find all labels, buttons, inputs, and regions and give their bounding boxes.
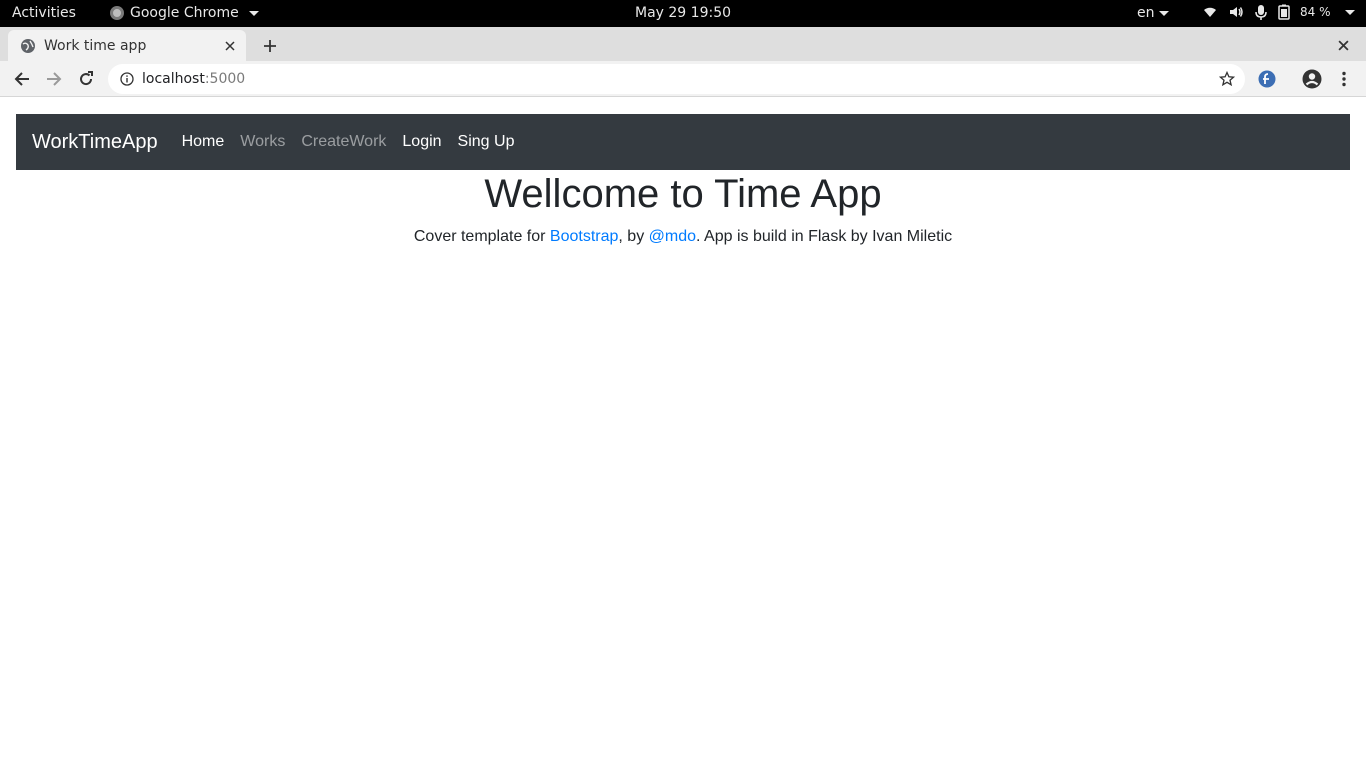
- wifi-icon: [1204, 7, 1216, 18]
- app-menu[interactable]: Google Chrome: [110, 5, 259, 21]
- nav-link-login[interactable]: Login: [402, 133, 441, 151]
- close-tab-button[interactable]: [220, 36, 240, 56]
- more-vertical-icon: [1342, 71, 1346, 87]
- activities-button[interactable]: Activities: [12, 5, 76, 21]
- volume-icon: [1230, 7, 1243, 17]
- nav-link-signup[interactable]: Sing Up: [458, 133, 515, 151]
- reload-icon: [80, 71, 93, 86]
- app-menu-label: Google Chrome: [130, 5, 239, 21]
- window-close-button[interactable]: [1332, 34, 1354, 56]
- bookmark-star-icon[interactable]: [1219, 71, 1235, 87]
- tab-strip: Work time app: [0, 27, 1366, 61]
- chevron-down-icon: [1158, 10, 1169, 16]
- plus-icon: [264, 40, 276, 52]
- url-text: localhost:5000: [142, 71, 245, 87]
- fedora-extension-icon: [1258, 70, 1276, 88]
- battery-icon: [1278, 4, 1290, 20]
- arrow-left-icon: [14, 72, 29, 86]
- clock[interactable]: May 29 19:50: [635, 5, 731, 21]
- new-tab-button[interactable]: [258, 34, 282, 58]
- lead-mid: , by: [618, 228, 649, 245]
- microphone-icon: [1255, 5, 1267, 20]
- nav-link-works[interactable]: Works: [240, 133, 285, 151]
- navbar-brand[interactable]: WorkTimeApp: [32, 131, 158, 154]
- chrome-icon: [110, 6, 124, 20]
- site-navbar: WorkTimeApp Home Works CreateWork Login …: [16, 114, 1350, 170]
- arrow-right-icon: [47, 72, 62, 86]
- chevron-down-icon: [248, 10, 259, 16]
- close-icon: [1337, 39, 1349, 51]
- url-host: localhost: [142, 71, 205, 87]
- bootstrap-link[interactable]: Bootstrap: [550, 228, 618, 245]
- url-port: :5000: [204, 71, 246, 87]
- reload-button[interactable]: [74, 67, 98, 91]
- lead-text: Cover template for Bootstrap, by @mdo. A…: [0, 228, 1366, 246]
- nav-link-creatework[interactable]: CreateWork: [301, 133, 386, 151]
- close-icon: [225, 40, 235, 51]
- chrome-menu-button[interactable]: [1332, 67, 1356, 91]
- system-top-bar: Activities Google Chrome May 29 19:50 en…: [0, 0, 1366, 27]
- nav-link-home[interactable]: Home: [182, 133, 225, 151]
- back-button[interactable]: [10, 67, 34, 91]
- address-bar[interactable]: localhost:5000: [108, 64, 1245, 94]
- profile-button[interactable]: [1300, 67, 1324, 91]
- forward-button[interactable]: [42, 67, 66, 91]
- system-tray[interactable]: 84 %: [1202, 4, 1355, 20]
- lead-suffix: . App is build in Flask by Ivan Miletic: [696, 228, 953, 245]
- globe-icon: [21, 38, 35, 53]
- browser-tab[interactable]: Work time app: [8, 30, 246, 61]
- chevron-down-icon: [1344, 9, 1355, 15]
- page-title: Wellcome to Time App: [484, 172, 882, 216]
- mdo-link[interactable]: @mdo: [649, 228, 696, 245]
- lead-prefix: Cover template for: [413, 228, 550, 245]
- extension-button[interactable]: [1255, 67, 1279, 91]
- web-page: WorkTimeApp Home Works CreateWork Login …: [0, 98, 1366, 768]
- info-icon[interactable]: [120, 72, 134, 86]
- browser-toolbar: localhost:5000: [0, 61, 1366, 97]
- battery-percent: 84 %: [1300, 5, 1331, 19]
- language-label: en: [1137, 5, 1155, 21]
- account-circle-icon: [1302, 69, 1322, 89]
- language-indicator[interactable]: en: [1137, 5, 1169, 21]
- tab-title: Work time app: [44, 37, 147, 54]
